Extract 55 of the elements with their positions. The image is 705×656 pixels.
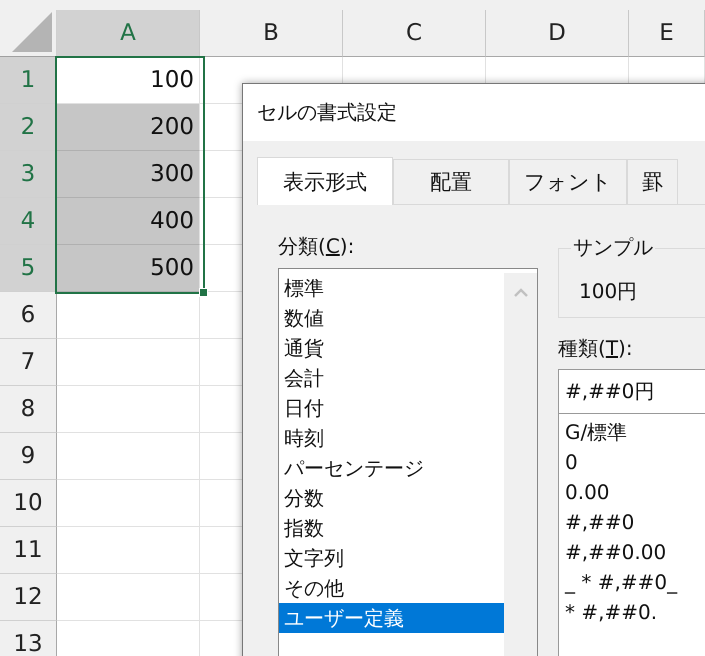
row-header[interactable]: 7 [0, 339, 57, 386]
dialog-title: セルの書式設定 [257, 99, 397, 126]
list-item[interactable]: * #,##0. [565, 597, 705, 627]
row-header[interactable]: 3 [0, 151, 57, 198]
list-item[interactable]: その他 [279, 573, 504, 603]
list-item[interactable]: G/標準 [565, 417, 705, 447]
column-header[interactable]: C [343, 10, 486, 57]
list-item[interactable]: 日付 [279, 393, 504, 423]
column-header[interactable]: B [200, 10, 343, 57]
list-item[interactable]: 文字列 [279, 543, 504, 573]
column-header[interactable]: A [57, 10, 200, 57]
list-item[interactable]: 分数 [279, 483, 504, 513]
list-item[interactable]: 標準 [279, 273, 504, 303]
list-item[interactable]: #,##0.00 [565, 537, 705, 567]
row-header[interactable]: 6 [0, 292, 57, 339]
row-header[interactable]: 1 [0, 57, 57, 104]
column-header[interactable]: D [486, 10, 629, 57]
list-item[interactable]: #,##0 [565, 507, 705, 537]
list-item[interactable]: 0.00 [565, 477, 705, 507]
tab[interactable]: 罫 [627, 159, 678, 204]
category-label: 分類(C): [278, 233, 356, 260]
tab[interactable]: フォント [509, 159, 627, 204]
table-cell: 500 [57, 245, 200, 292]
tab[interactable]: 表示形式 [257, 157, 393, 205]
scroll-up-icon[interactable] [514, 288, 528, 297]
type-label: 種類(T): [558, 335, 634, 362]
sample-value: 100円 [579, 278, 638, 305]
table-cell: 200 [57, 104, 200, 151]
list-item[interactable]: ユーザー定義 [279, 603, 504, 633]
row-header[interactable]: 10 [0, 480, 57, 527]
table-cell: 100 [57, 57, 200, 104]
row-header[interactable]: 8 [0, 386, 57, 433]
list-item[interactable]: 会計 [279, 363, 504, 393]
type-field[interactable]: #,##0円 [558, 369, 705, 414]
fill-handle[interactable] [199, 288, 208, 297]
row-header[interactable]: 9 [0, 433, 57, 480]
table-cell: 400 [57, 198, 200, 245]
row-header[interactable]: 4 [0, 198, 57, 245]
list-item[interactable]: 数値 [279, 303, 504, 333]
row-header[interactable]: 2 [0, 104, 57, 151]
table-cell: 300 [57, 151, 200, 198]
list-item[interactable]: _ * #,##0_ [565, 567, 705, 597]
row-header[interactable]: 12 [0, 574, 57, 621]
scrollbar[interactable] [504, 273, 537, 656]
row-header[interactable]: 13 [0, 621, 57, 656]
column-header[interactable]: E [629, 10, 705, 57]
list-item[interactable]: 時刻 [279, 423, 504, 453]
list-item[interactable]: 0 [565, 447, 705, 477]
row-header[interactable]: 5 [0, 245, 57, 292]
row-header[interactable]: 11 [0, 527, 57, 574]
list-item[interactable]: 通貨 [279, 333, 504, 363]
tab[interactable]: 配置 [393, 159, 509, 204]
select-all-icon[interactable] [12, 12, 52, 52]
list-item[interactable]: 指数 [279, 513, 504, 543]
list-item[interactable]: パーセンテージ [279, 453, 504, 483]
